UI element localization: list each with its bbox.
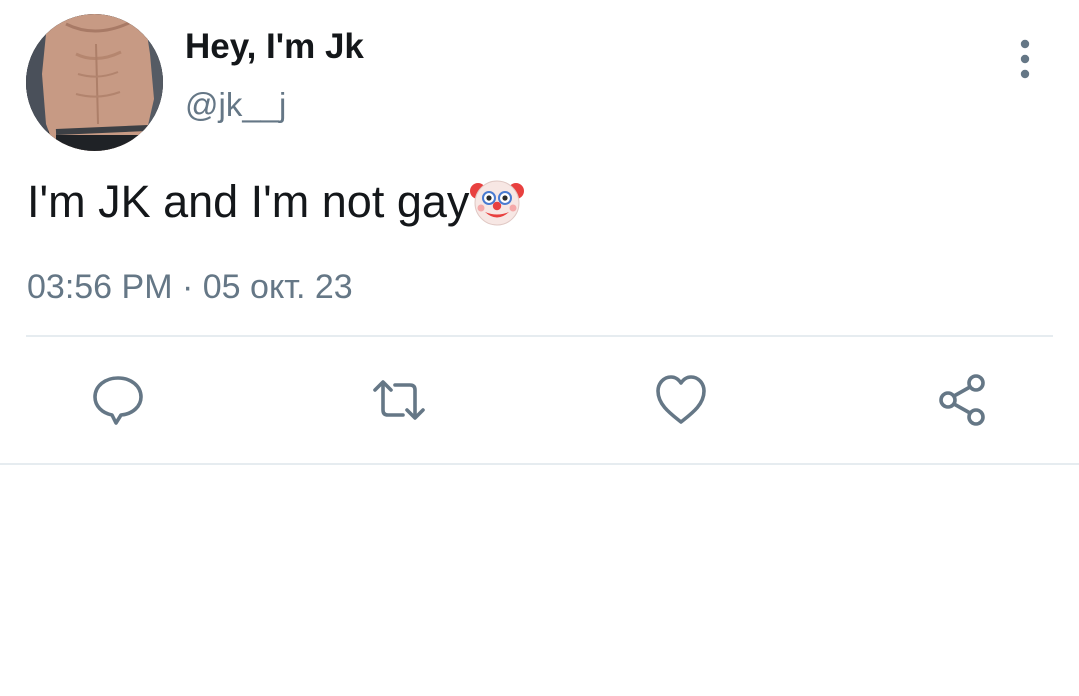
tweet-text-content: I'm JK and I'm not gay bbox=[27, 176, 470, 227]
retweet-arrows-icon bbox=[373, 380, 425, 420]
more-options-button[interactable] bbox=[1004, 38, 1046, 82]
share-nodes-icon bbox=[939, 374, 985, 426]
user-handle[interactable]: @jk__j bbox=[185, 84, 286, 126]
tweet-time: 03:56 PM bbox=[27, 268, 173, 306]
vertical-dots-icon bbox=[1020, 39, 1030, 79]
share-button[interactable] bbox=[934, 372, 990, 428]
clown-face-icon bbox=[469, 174, 525, 230]
like-button[interactable] bbox=[653, 372, 709, 428]
meta-separator: · bbox=[181, 268, 194, 306]
tweet-text: I'm JK and I'm not gay bbox=[27, 174, 525, 230]
retweet-button[interactable] bbox=[371, 372, 427, 428]
speech-bubble-icon bbox=[93, 376, 143, 425]
divider bbox=[26, 335, 1053, 337]
tweet-date: 05 окт. 23 bbox=[202, 268, 353, 306]
reply-button[interactable] bbox=[90, 372, 146, 428]
avatar-image bbox=[26, 14, 163, 151]
tweet-timestamp[interactable]: 03:56 PM · 05 окт. 23 bbox=[27, 266, 353, 308]
heart-icon bbox=[656, 375, 706, 424]
tweet-card: Hey, I'm Jk @jk__j I'm JK and I'm not ga… bbox=[0, 0, 1079, 465]
avatar[interactable] bbox=[26, 14, 163, 151]
display-name[interactable]: Hey, I'm Jk bbox=[185, 26, 364, 68]
